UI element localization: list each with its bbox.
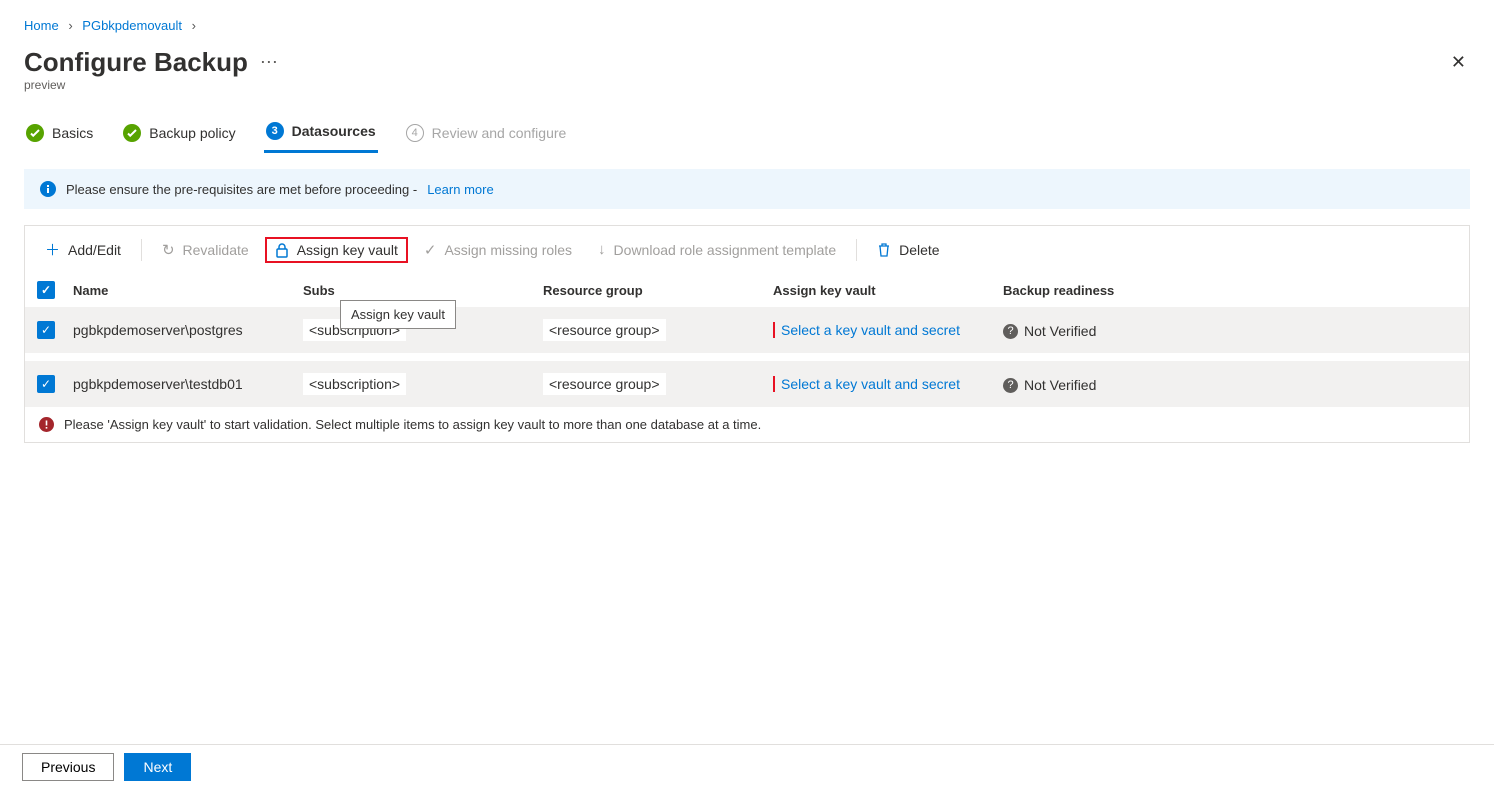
column-name[interactable]: Name — [73, 283, 303, 298]
breadcrumb: Home › PGbkpdemovault › — [0, 0, 1494, 41]
assign-missing-roles-label: Assign missing roles — [444, 242, 572, 258]
help-icon: ? — [1003, 378, 1018, 393]
row-name: pgbkpdemoserver\postgres — [73, 322, 303, 338]
tab-review-configure-label: Review and configure — [432, 125, 567, 141]
revalidate-label: Revalidate — [183, 242, 249, 258]
checkmark-circle-icon — [123, 124, 141, 142]
breadcrumb-home[interactable]: Home — [24, 18, 59, 33]
next-button[interactable]: Next — [124, 753, 191, 781]
tab-backup-policy-label: Backup policy — [149, 125, 235, 141]
info-icon — [40, 181, 56, 197]
row-name: pgbkpdemoserver\testdb01 — [73, 376, 303, 392]
datasources-panel: ＋ Add/Edit ↻ Revalidate Assign key vault… — [24, 225, 1470, 443]
chevron-right-icon: › — [62, 18, 78, 33]
status-badge: ? Not Verified — [1003, 377, 1096, 393]
chevron-right-icon: › — [186, 18, 202, 33]
page-title: Configure Backup — [24, 47, 248, 78]
download-icon: ↓ — [598, 241, 606, 258]
select-all-checkbox[interactable]: ✓ — [37, 281, 55, 299]
select-key-vault-link[interactable]: Select a key vault and secret — [781, 376, 960, 392]
row-checkbox[interactable]: ✓ — [37, 375, 55, 393]
assign-key-vault-button[interactable]: Assign key vault — [265, 237, 408, 263]
column-backup-readiness[interactable]: Backup readiness — [1003, 283, 1457, 298]
previous-button[interactable]: Previous — [22, 753, 114, 781]
column-subscription[interactable]: Subs — [303, 283, 543, 298]
lock-icon — [275, 242, 289, 258]
table-header: ✓ Name Subs Resource group Assign key va… — [25, 273, 1469, 307]
download-template-button[interactable]: ↓ Download role assignment template — [588, 236, 846, 263]
close-icon[interactable]: ✕ — [1451, 52, 1466, 73]
row-resource-group: <resource group> — [543, 373, 666, 395]
help-icon: ? — [1003, 324, 1018, 339]
step-number-icon: 4 — [406, 124, 424, 142]
tab-datasources[interactable]: 3 Datasources — [264, 116, 378, 153]
separator — [141, 239, 142, 261]
row-subscription: <subscription> — [303, 373, 406, 395]
info-bar-learn-more[interactable]: Learn more — [427, 182, 493, 197]
tab-backup-policy[interactable]: Backup policy — [121, 118, 237, 152]
wizard-tabs: Basics Backup policy 3 Datasources 4 Rev… — [0, 110, 1494, 153]
tooltip: Assign key vault — [340, 300, 456, 329]
validation-text: Please 'Assign key vault' to start valid… — [64, 417, 761, 432]
status-label: Not Verified — [1024, 377, 1096, 393]
info-bar-text: Please ensure the pre-requisites are met… — [66, 182, 417, 197]
toolbar: ＋ Add/Edit ↻ Revalidate Assign key vault… — [25, 226, 1469, 273]
status-label: Not Verified — [1024, 323, 1096, 339]
tab-datasources-label: Datasources — [292, 123, 376, 139]
checkmark-icon: ✓ — [424, 241, 437, 259]
assign-key-vault-label: Assign key vault — [297, 242, 398, 258]
separator — [856, 239, 857, 261]
table-row: ✓ pgbkpdemoserver\postgres <subscription… — [25, 307, 1469, 353]
table-row: ✓ pgbkpdemoserver\testdb01 <subscription… — [25, 361, 1469, 407]
column-resource-group[interactable]: Resource group — [543, 283, 773, 298]
status-badge: ? Not Verified — [1003, 323, 1096, 339]
column-assign-key-vault[interactable]: Assign key vault — [773, 283, 1003, 298]
select-key-vault-link[interactable]: Select a key vault and secret — [781, 322, 960, 338]
page-subtitle: preview — [0, 78, 1494, 110]
info-bar: Please ensure the pre-requisites are met… — [24, 169, 1470, 209]
refresh-icon: ↻ — [162, 241, 175, 259]
plus-icon: ＋ — [45, 239, 60, 260]
breadcrumb-vault[interactable]: PGbkpdemovault — [82, 18, 182, 33]
more-icon[interactable]: ⋯ — [260, 52, 278, 73]
step-number-icon: 3 — [266, 122, 284, 140]
add-edit-button[interactable]: ＋ Add/Edit — [35, 234, 131, 265]
delete-label: Delete — [899, 242, 939, 258]
assign-missing-roles-button[interactable]: ✓ Assign missing roles — [414, 236, 582, 264]
error-icon — [39, 417, 54, 432]
delete-button[interactable]: Delete — [867, 237, 949, 263]
tab-review-configure[interactable]: 4 Review and configure — [404, 118, 569, 152]
footer: Previous Next — [0, 744, 1494, 789]
delete-icon — [877, 242, 891, 258]
tab-basics[interactable]: Basics — [24, 118, 95, 152]
row-checkbox[interactable]: ✓ — [37, 321, 55, 339]
checkmark-circle-icon — [26, 124, 44, 142]
revalidate-button[interactable]: ↻ Revalidate — [152, 236, 259, 264]
validation-message: Please 'Assign key vault' to start valid… — [25, 407, 1469, 442]
download-template-label: Download role assignment template — [614, 242, 837, 258]
tab-basics-label: Basics — [52, 125, 93, 141]
row-resource-group: <resource group> — [543, 319, 666, 341]
add-edit-label: Add/Edit — [68, 242, 121, 258]
